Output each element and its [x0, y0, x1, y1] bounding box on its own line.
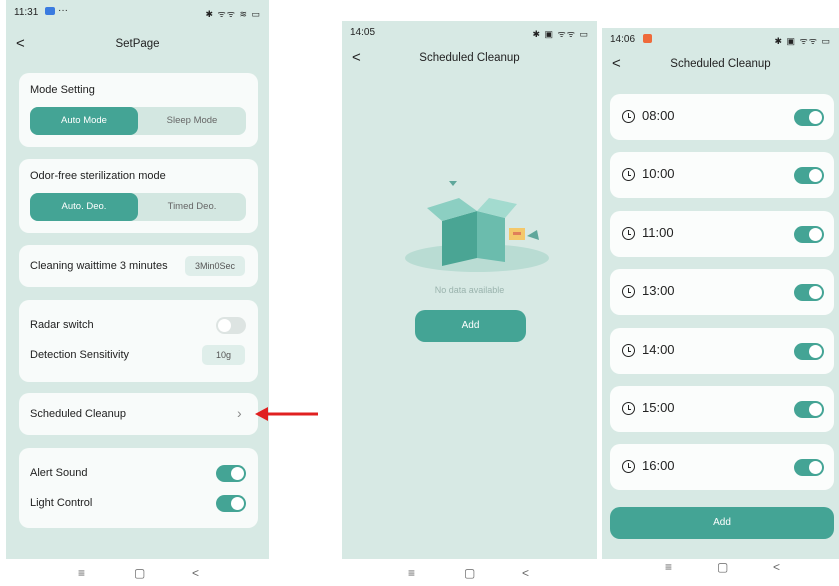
schedule-toggle[interactable] — [794, 401, 824, 418]
empty-box-illustration — [405, 181, 549, 272]
home-icon[interactable]: ▢ — [134, 566, 145, 580]
alert-sound-label: Alert Sound — [30, 467, 88, 479]
status-icons: ✱ ᯤᯤ ≋ ▭ — [205, 9, 261, 19]
timed-deo-option[interactable]: Timed Deo. — [138, 193, 246, 221]
red-arrow-annotation — [255, 407, 318, 421]
back-nav-icon[interactable]: < — [192, 566, 199, 580]
cleaning-waittime-value[interactable]: 3Min0Sec — [185, 256, 245, 276]
mode-segmented-control: Auto Mode Sleep Mode — [30, 107, 246, 135]
clock-icon — [622, 168, 635, 181]
clock-icon — [622, 285, 635, 298]
alert-sound-toggle[interactable] — [216, 465, 246, 482]
clock-icon — [622, 402, 635, 415]
notification-icon — [45, 7, 55, 15]
page-title: SetPage — [115, 38, 160, 50]
schedule-time: 15:00 — [642, 400, 675, 415]
status-bar: 11:31 ··· ✱ ᯤᯤ ≋ ▭ — [6, 0, 269, 22]
chevron-right-icon: › — [237, 405, 242, 421]
odor-mode-card: Odor-free sterilization mode Auto. Deo. … — [19, 159, 258, 233]
status-bar: 14:05 ✱ ▣ ᯤᯤ ▭ — [342, 21, 597, 42]
home-icon[interactable]: ▢ — [717, 560, 728, 574]
schedule-time: 10:00 — [642, 166, 675, 181]
schedule-toggle[interactable] — [794, 226, 824, 243]
radar-switch-toggle[interactable] — [216, 317, 246, 334]
nav-bar: < Scheduled Cleanup — [342, 49, 597, 69]
radar-switch-label: Radar switch — [30, 319, 94, 331]
list-item[interactable]: 11:00 — [610, 211, 834, 257]
mode-setting-card: Mode Setting Auto Mode Sleep Mode — [19, 73, 258, 147]
schedule-toggle[interactable] — [794, 284, 824, 301]
status-time: 14:05 — [350, 27, 376, 38]
page-title: Scheduled Cleanup — [419, 52, 520, 64]
back-nav-icon[interactable]: < — [773, 560, 780, 574]
page-title: Scheduled Cleanup — [670, 58, 771, 70]
status-icons: ✱ ▣ ᯤᯤ ▭ — [532, 29, 589, 39]
notification-icon — [643, 34, 652, 43]
light-control-label: Light Control — [30, 497, 93, 509]
scheduled-cleanup-label: Scheduled Cleanup — [30, 408, 127, 420]
system-nav-bar: ≡ ▢ < — [70, 566, 310, 586]
sleep-mode-option[interactable]: Sleep Mode — [138, 107, 246, 135]
menu-icon[interactable]: ≡ — [665, 560, 672, 574]
auto-deo-option[interactable]: Auto. Deo. — [30, 193, 138, 221]
empty-state-text: No data available — [434, 285, 505, 295]
scheduled-cleanup-list-screen: 14:06 ✱ ▣ ᯤᯤ ▭ < Scheduled Cleanup 08:00… — [602, 28, 839, 559]
light-control-toggle[interactable] — [216, 495, 246, 512]
add-button[interactable]: Add — [415, 310, 526, 342]
list-item[interactable]: 16:00 — [610, 444, 834, 490]
schedule-toggle[interactable] — [794, 167, 824, 184]
back-nav-icon[interactable]: < — [522, 566, 529, 580]
list-item[interactable]: 10:00 — [610, 152, 834, 198]
clock-icon — [622, 110, 635, 123]
list-item[interactable]: 14:00 — [610, 328, 834, 374]
nav-bar: < Scheduled Cleanup — [602, 55, 839, 75]
detection-sensitivity-value[interactable]: 10g — [202, 345, 245, 365]
status-icons: ✱ ▣ ᯤᯤ ▭ — [774, 36, 831, 46]
status-time: 11:31 — [14, 7, 39, 18]
clock-icon — [622, 227, 635, 240]
mode-setting-label: Mode Setting — [30, 84, 95, 96]
cleaning-waittime-card[interactable]: Cleaning waittime 3 minutes 3Min0Sec — [19, 245, 258, 287]
system-nav-bar: ≡ ▢ < — [400, 566, 640, 586]
home-icon[interactable]: ▢ — [464, 566, 475, 580]
scheduled-cleanup-empty-screen: 14:05 ✱ ▣ ᯤᯤ ▭ < Scheduled Cleanup No da… — [342, 21, 597, 559]
clock-icon — [622, 344, 635, 357]
detection-sensitivity-label: Detection Sensitivity — [30, 349, 130, 361]
schedule-time: 08:00 — [642, 108, 675, 123]
odor-mode-label: Odor-free sterilization mode — [30, 170, 166, 182]
scheduled-cleanup-row[interactable]: Scheduled Cleanup › — [19, 393, 258, 435]
more-icon: ··· — [58, 5, 68, 16]
list-item[interactable]: 13:00 — [610, 269, 834, 315]
list-item[interactable]: 15:00 — [610, 386, 834, 432]
schedule-toggle[interactable] — [794, 343, 824, 360]
schedule-time: 11:00 — [642, 225, 674, 240]
list-item[interactable]: 08:00 — [610, 94, 834, 140]
radar-card: Radar switch Detection Sensitivity 10g — [19, 300, 258, 382]
schedule-toggle[interactable] — [794, 459, 824, 476]
system-nav-bar: ≡ ▢ < — [665, 560, 839, 580]
auto-mode-option[interactable]: Auto Mode — [30, 107, 138, 135]
schedule-time: 13:00 — [642, 283, 675, 298]
schedule-time: 14:00 — [642, 342, 675, 357]
clock-icon — [622, 460, 635, 473]
status-bar: 14:06 ✱ ▣ ᯤᯤ ▭ — [602, 28, 839, 49]
cleaning-waittime-label: Cleaning waittime 3 minutes — [30, 260, 168, 272]
status-time: 14:06 — [610, 34, 636, 45]
menu-icon[interactable]: ≡ — [78, 566, 85, 580]
schedule-time: 16:00 — [642, 458, 675, 473]
nav-bar: < SetPage — [6, 35, 269, 55]
schedule-toggle[interactable] — [794, 109, 824, 126]
sound-light-card: Alert Sound Light Control — [19, 448, 258, 528]
odor-segmented-control: Auto. Deo. Timed Deo. — [30, 193, 246, 221]
add-button[interactable]: Add — [610, 507, 834, 539]
setpage-screen: 11:31 ··· ✱ ᯤᯤ ≋ ▭ < SetPage Mode Setting… — [6, 0, 269, 559]
menu-icon[interactable]: ≡ — [408, 566, 415, 580]
